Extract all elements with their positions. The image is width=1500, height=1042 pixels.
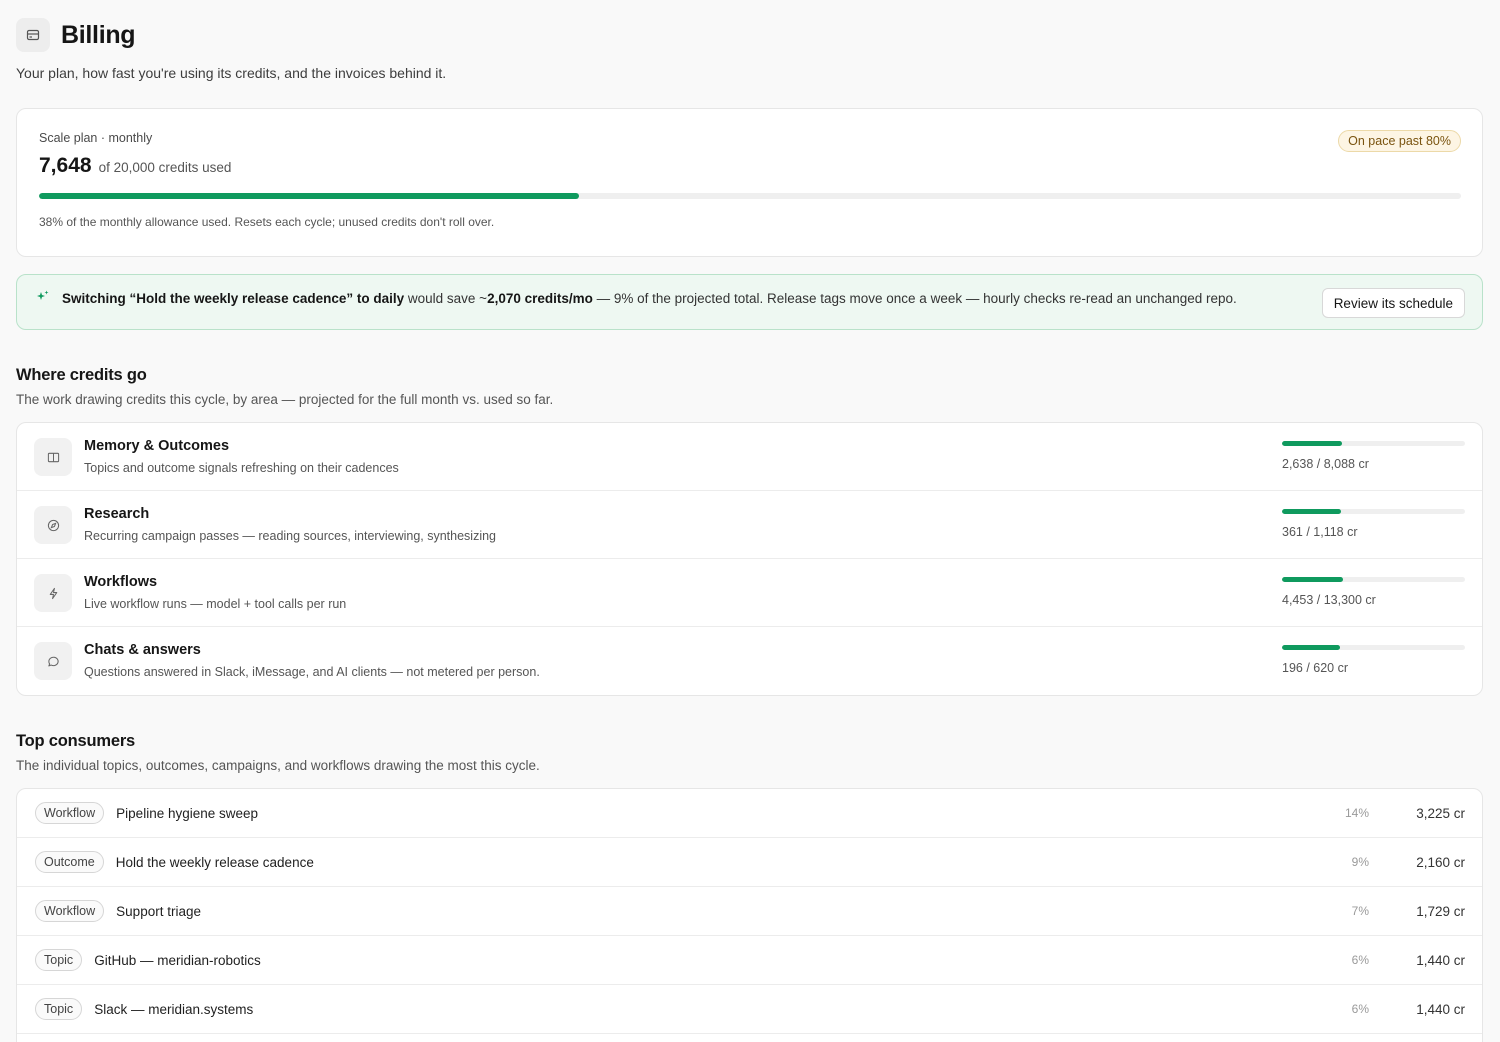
consumer-credits: 2,160 cr: [1416, 854, 1465, 870]
pace-warning-badge: On pace past 80%: [1338, 130, 1461, 152]
consumer-percent: 6%: [1351, 953, 1369, 967]
area-name: Chats & answers: [84, 642, 201, 658]
book-icon: [34, 438, 72, 476]
consumers-section-heading: Top consumers The individual topics, out…: [16, 732, 1483, 773]
consumer-credits: 1,440 cr: [1416, 1001, 1465, 1017]
area-usage-value: 2,638 / 8,088 cr: [1282, 457, 1369, 471]
area-row-research[interactable]: Research Recurring campaign passes — rea…: [17, 491, 1482, 559]
area-usage-value: 361 / 1,118 cr: [1282, 525, 1358, 539]
area-description: Live workflow runs — model + tool calls …: [84, 597, 347, 611]
consumer-row[interactable]: Outcome Hold the weekly release cadence …: [17, 838, 1482, 887]
suggestion-text: Switching “Hold the weekly release caden…: [62, 291, 1237, 306]
area-usage-bar: [1282, 645, 1465, 650]
area-usage-bar-fill: [1282, 509, 1342, 514]
page-subtitle: Your plan, how fast you're using its cre…: [16, 65, 447, 81]
area-description: Topics and outcome signals refreshing on…: [84, 461, 399, 475]
credit-card-icon: [16, 18, 50, 52]
consumer-type-badge: Workflow: [35, 802, 105, 824]
consumers-section-title: Top consumers: [16, 732, 136, 750]
consumer-name: GitHub — meridian-robotics: [94, 952, 261, 968]
consumer-type-badge: Topic: [35, 949, 83, 971]
area-usage-value: 4,453 / 13,300 cr: [1282, 593, 1376, 607]
billing-page: Billing Your plan, how fast you're using…: [16, 16, 1483, 1042]
consumer-name: Pipeline hygiene sweep: [116, 805, 259, 821]
areas-section-title: Where credits go: [16, 366, 147, 384]
consumer-name: Slack — meridian.systems: [94, 1001, 254, 1017]
consumer-type-badge: Topic: [35, 998, 83, 1020]
suggestion-tail: — 9% of the projected total. Release tag…: [592, 290, 1237, 306]
area-description: Recurring campaign passes — reading sour…: [84, 529, 497, 543]
consumer-credits: 1,729 cr: [1416, 903, 1465, 919]
suggestion-savings: 2,070 credits/mo: [487, 290, 593, 306]
consumer-percent: 6%: [1351, 1002, 1369, 1016]
plan-usage-bar: [39, 193, 1461, 199]
consumer-credits: 1,440 cr: [1416, 952, 1465, 968]
suggestion-lead: Switching “Hold the weekly release caden…: [62, 290, 405, 306]
page-title: Billing: [61, 20, 136, 49]
area-usage-bar: [1282, 577, 1465, 582]
credits-total-text: of 20,000 credits used: [98, 160, 232, 175]
chat-bubble-icon: [34, 642, 72, 680]
areas-section-subtitle: The work drawing credits this cycle, by …: [16, 392, 554, 407]
consumer-percent: 9%: [1351, 855, 1369, 869]
consumers-section-subtitle: The individual topics, outcomes, campaig…: [16, 758, 540, 773]
area-meter: 2,638 / 8,088 cr: [1282, 441, 1465, 471]
consumer-row[interactable]: Topic Slack — meridian.systems 6% 1,440 …: [17, 985, 1482, 1034]
page-header: Billing: [16, 16, 1483, 54]
consumer-row[interactable]: Workflow Pipeline hygiene sweep 14% 3,22…: [17, 789, 1482, 838]
plan-usage-bar-fill: [39, 193, 580, 199]
consumer-percent: 14%: [1344, 806, 1369, 820]
consumers-list: Workflow Pipeline hygiene sweep 14% 3,22…: [16, 788, 1483, 1042]
area-name: Memory & Outcomes: [84, 438, 230, 454]
consumer-name: Support triage: [116, 903, 201, 919]
area-description: Questions answered in Slack, iMessage, a…: [84, 665, 540, 679]
areas-list: Memory & Outcomes Topics and outcome sig…: [16, 422, 1483, 696]
area-row-chats-answers[interactable]: Chats & answers Questions answered in Sl…: [17, 627, 1482, 695]
area-usage-bar-fill: [1282, 645, 1340, 650]
sparkle-icon: [36, 290, 50, 309]
consumer-type-badge: Outcome: [35, 851, 104, 873]
area-row-memory-outcomes[interactable]: Memory & Outcomes Topics and outcome sig…: [17, 423, 1482, 491]
review-schedule-button[interactable]: Review its schedule: [1321, 288, 1465, 318]
savings-suggestion-banner: Switching “Hold the weekly release caden…: [16, 274, 1483, 330]
area-meter: 361 / 1,118 cr: [1282, 509, 1465, 539]
consumer-type-badge: Workflow: [35, 900, 105, 922]
area-usage-value: 196 / 620 cr: [1282, 661, 1349, 675]
area-usage-bar: [1282, 509, 1465, 514]
bolt-icon: [34, 574, 72, 612]
plan-usage: 7,648 of 20,000 credits used: [39, 154, 1461, 178]
suggestion-mid: would save ~: [404, 290, 488, 306]
consumer-row[interactable]: Workflow Support triage 7% 1,729 cr: [17, 887, 1482, 936]
area-usage-bar-fill: [1282, 577, 1344, 582]
area-meter: 4,453 / 13,300 cr: [1282, 577, 1465, 607]
area-usage-bar-fill: [1282, 441, 1342, 446]
area-usage-bar: [1282, 441, 1465, 446]
area-name: Workflows: [84, 574, 158, 590]
area-name: Research: [84, 506, 150, 522]
compass-icon: [34, 506, 72, 544]
credits-used-value: 7,648: [39, 154, 92, 177]
consumer-name: Hold the weekly release cadence: [115, 854, 314, 870]
consumer-credits: 3,225 cr: [1416, 805, 1465, 821]
plan-note: 38% of the monthly allowance used. Reset…: [39, 215, 495, 229]
consumer-percent: 7%: [1351, 904, 1369, 918]
area-row-workflows[interactable]: Workflows Live workflow runs — model + t…: [17, 559, 1482, 627]
consumer-row[interactable]: Topic GitHub — meridian-robotics 6% 1,44…: [17, 936, 1482, 985]
plan-label: Scale plan · monthly: [39, 131, 153, 145]
area-meter: 196 / 620 cr: [1282, 645, 1465, 675]
plan-card: Scale plan · monthly 7,648 of 20,000 cre…: [16, 108, 1483, 257]
areas-section-heading: Where credits go The work drawing credit…: [16, 366, 1483, 407]
